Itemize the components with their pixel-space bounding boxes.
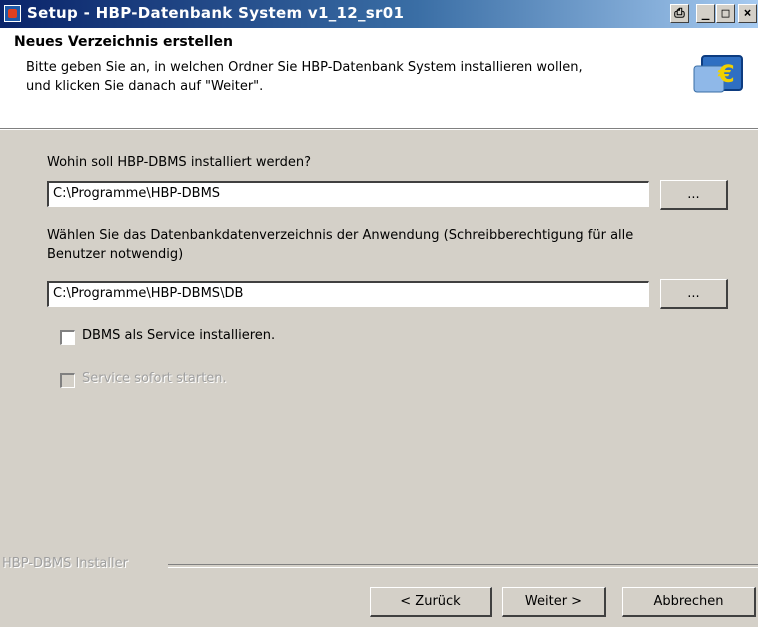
page-description: Bitte geben Sie an, in welchen Ordner Si… [26, 58, 676, 96]
data-dir-input[interactable]: C:\Programme\HBP-DBMS\DB [47, 281, 649, 307]
next-button[interactable]: Weiter > [502, 587, 606, 617]
header-divider [0, 129, 758, 130]
service-start-label: Service sofort starten. [82, 371, 227, 386]
service-install-checkbox[interactable] [60, 330, 75, 345]
page-description-line2: und klicken Sie danach auf "Weiter". [26, 79, 264, 94]
install-dir-input[interactable]: C:\Programme\HBP-DBMS [47, 181, 649, 207]
printer-icon[interactable]: ⎙ [670, 4, 689, 23]
install-dir-browse-button[interactable]: ... [660, 180, 728, 210]
page-title: Neues Verzeichnis erstellen [14, 34, 234, 50]
close-button[interactable]: × [738, 4, 757, 23]
setup-app-icon[interactable] [4, 5, 21, 22]
window-title: Setup - HBP-Datenbank System v1_12_sr01 [27, 4, 405, 22]
cancel-button[interactable]: Abbrechen [622, 587, 756, 617]
data-dir-label-line2: Benutzer notwendig) [47, 247, 184, 262]
service-start-checkbox[interactable] [60, 373, 75, 388]
title-bar: Setup - HBP-Datenbank System v1_12_sr01 … [0, 0, 758, 28]
data-dir-label-line1: Wählen Sie das Datenbankdatenverzeichnis… [47, 228, 634, 243]
minimize-button[interactable]: _ [696, 4, 715, 23]
service-install-label[interactable]: DBMS als Service installieren. [82, 328, 275, 343]
euro-logo-icon: € [693, 55, 743, 93]
svg-text:€: € [717, 60, 735, 88]
footer-divider [168, 564, 758, 568]
installer-label: HBP-DBMS Installer [2, 556, 128, 571]
install-dir-label: Wohin soll HBP-DBMS installiert werden? [47, 155, 312, 170]
wizard-header: Neues Verzeichnis erstellen Bitte geben … [0, 28, 758, 129]
page-description-line1: Bitte geben Sie an, in welchen Ordner Si… [26, 60, 583, 75]
back-button[interactable]: < Zurück [370, 587, 492, 617]
data-dir-browse-button[interactable]: ... [660, 279, 728, 309]
maximize-button[interactable]: □ [716, 4, 735, 23]
